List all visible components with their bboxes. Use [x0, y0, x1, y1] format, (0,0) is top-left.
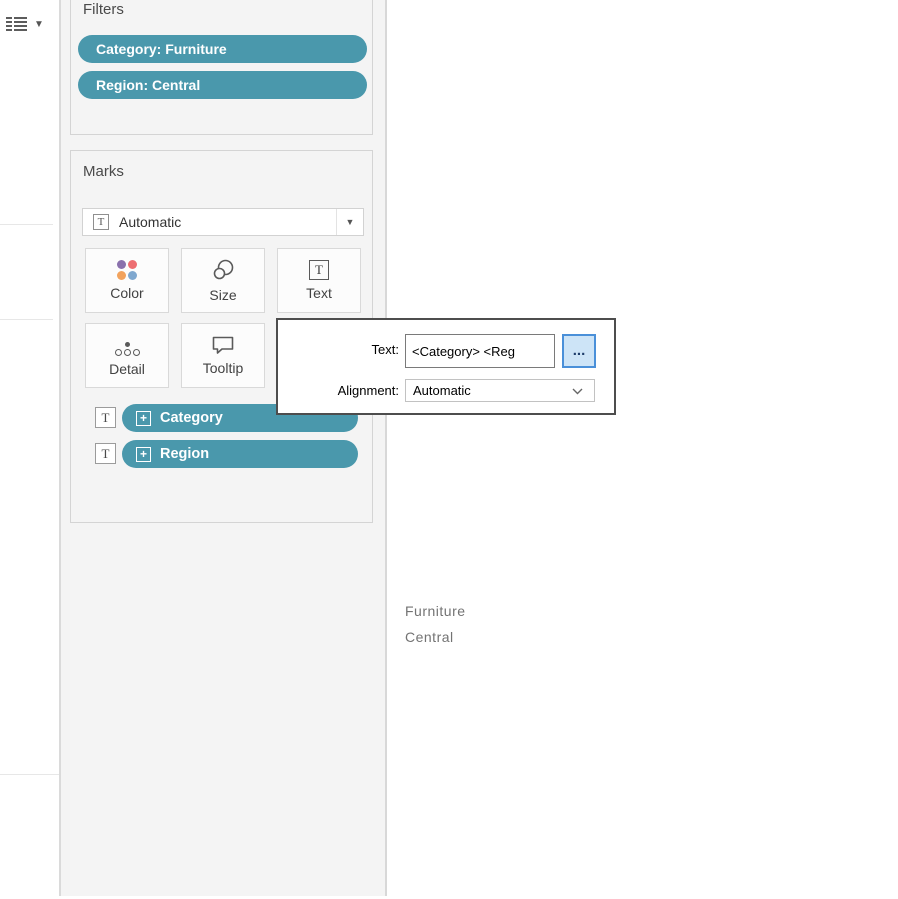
filters-card: Filters Category: Furniture Region: Cent… — [70, 0, 373, 135]
color-dot — [117, 271, 126, 280]
tooltip-button[interactable]: Tooltip — [181, 323, 265, 388]
color-dot — [117, 260, 126, 269]
detail-icon — [114, 334, 140, 356]
alignment-selected-value: Automatic — [413, 383, 471, 398]
color-button-label: Color — [110, 285, 144, 301]
shelf-pill-region[interactable]: + Region — [122, 440, 358, 468]
tooltip-icon — [212, 336, 234, 354]
detail-button-label: Detail — [109, 361, 145, 377]
data-grid-icon-column — [14, 17, 27, 32]
tooltip-button-label: Tooltip — [202, 360, 244, 376]
field-mark-type-icon-region[interactable]: T — [95, 443, 116, 464]
color-icon — [117, 260, 137, 280]
filter-pill-category[interactable]: Category: Furniture — [78, 35, 367, 63]
edit-text-more-button[interactable]: ... — [562, 334, 596, 368]
tableau-workspace: ▼ Filters Category: Furniture Region: Ce… — [0, 0, 898, 899]
detail-button[interactable]: Detail — [85, 323, 169, 388]
data-grid-icon-column — [6, 17, 12, 32]
size-icon — [213, 259, 234, 280]
text-value-input[interactable] — [405, 334, 555, 368]
left-rail-divider — [0, 224, 53, 225]
mark-type-selected: Automatic — [119, 214, 182, 230]
canvas-text-line-category: Furniture — [405, 603, 466, 619]
filters-title: Filters — [83, 1, 124, 18]
detail-icon-dot — [124, 342, 130, 347]
color-dot — [128, 271, 137, 280]
text-button-label: Text — [306, 285, 332, 301]
text-icon: T — [309, 260, 329, 280]
data-grid-icon[interactable] — [6, 17, 28, 32]
expand-plus-icon[interactable]: + — [136, 410, 151, 426]
expand-plus-icon[interactable]: + — [136, 446, 151, 462]
detail-icon-rings — [114, 349, 140, 356]
rail-dropdown-caret-icon[interactable]: ▼ — [34, 19, 44, 30]
color-dot — [128, 260, 137, 269]
alignment-field-label: Alignment: — [337, 383, 399, 398]
canvas-text-line-region: Central — [405, 629, 454, 645]
left-rail-divider — [0, 319, 53, 320]
field-mark-type-icon-category[interactable]: T — [95, 407, 116, 428]
canvas-text-mark[interactable]: Furniture Central — [405, 598, 466, 650]
left-rail-divider — [0, 774, 59, 775]
text-options-popup: Text: ... Alignment: Automatic — [276, 318, 616, 415]
canvas-divider — [385, 0, 387, 896]
size-button[interactable]: Size — [181, 248, 265, 313]
text-mark-icon: T — [93, 214, 109, 230]
mark-type-dropdown[interactable]: T Automatic ▼ — [82, 208, 364, 236]
text-button[interactable]: T Text — [277, 248, 361, 313]
chevron-down-icon — [572, 388, 583, 395]
text-field-label: Text: — [371, 342, 399, 357]
marks-title: Marks — [83, 163, 124, 180]
shelf-pill-label: Category — [160, 410, 223, 426]
alignment-dropdown[interactable]: Automatic — [405, 379, 595, 402]
color-button[interactable]: Color — [85, 248, 169, 313]
size-button-label: Size — [209, 287, 237, 303]
shelf-pill-label: Region — [160, 446, 210, 462]
filter-pill-region[interactable]: Region: Central — [78, 71, 367, 99]
chevron-down-icon[interactable]: ▼ — [336, 209, 363, 235]
